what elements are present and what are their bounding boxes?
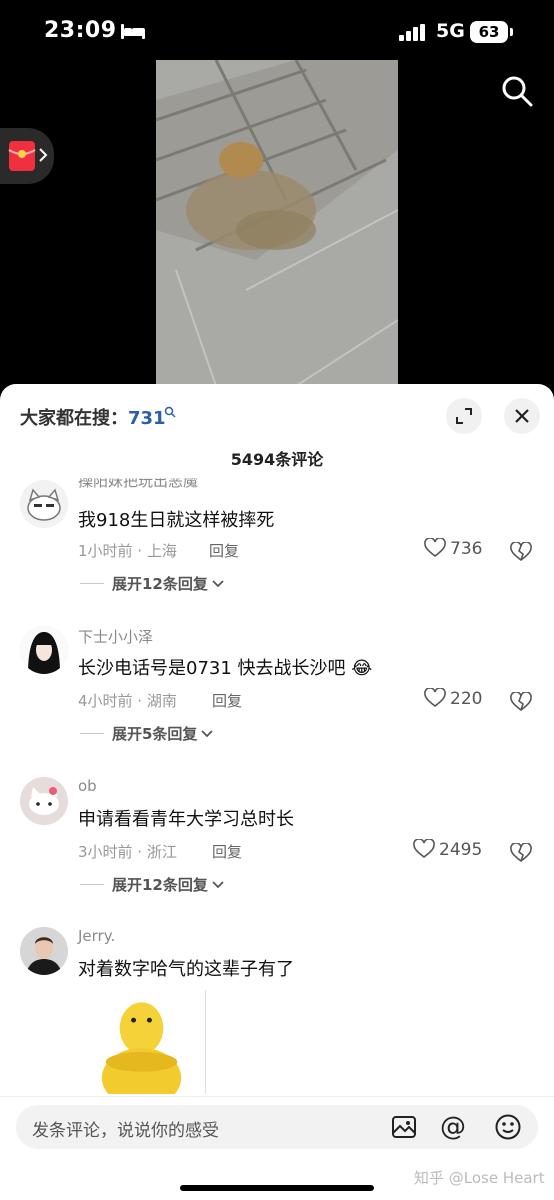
search-icon[interactable] <box>500 74 534 108</box>
broken-heart-icon[interactable] <box>510 843 532 863</box>
emoji-icon[interactable] <box>494 1113 522 1141</box>
like-count: 2495 <box>439 840 483 860</box>
comment-item: 下士小小泽 长沙电话号是0731 快去战长沙吧 😂 4小时前 · 湖南 回复 2… <box>0 626 554 766</box>
search-icon <box>164 406 176 418</box>
expand-replies-button[interactable]: 展开12条回复 <box>112 573 224 594</box>
comment-text-body: 长沙电话号是0731 快去战长沙吧 <box>78 658 346 679</box>
comment-username[interactable]: 操阳妹把玩出恶魔 <box>78 478 198 491</box>
red-packet-icon[interactable] <box>8 140 36 172</box>
man-avatar-icon <box>20 927 68 975</box>
signal-icon <box>399 24 425 41</box>
like-button[interactable]: 220 <box>424 687 483 709</box>
avatar[interactable] <box>20 480 68 528</box>
chevron-down-icon <box>212 580 224 588</box>
reply-button[interactable]: 回复 <box>212 841 242 862</box>
broken-heart-icon[interactable] <box>510 692 532 712</box>
comment-username[interactable]: 下士小小泽 <box>78 626 153 647</box>
divider <box>80 583 104 584</box>
expand-replies-label: 展开5条回复 <box>112 725 198 743</box>
comment-text: 长沙电话号是0731 快去战长沙吧 😂 <box>78 654 372 680</box>
broken-heart-icon[interactable] <box>510 542 532 562</box>
comments-sheet: 大家都在搜：731 5494条评论 操阳妹把玩出恶魔 我918生日就这样被摔死 … <box>0 384 554 1200</box>
comment-meta: 3小时前 · 浙江 <box>78 843 177 861</box>
at-icon[interactable]: @ <box>440 1112 466 1142</box>
close-button[interactable] <box>504 398 540 434</box>
status-bar: 23:09 5G 63 <box>0 0 554 62</box>
expand-replies-button[interactable]: 展开5条回复 <box>112 723 214 744</box>
comment-input[interactable]: 发条评论，说说你的感受 @ <box>16 1105 538 1149</box>
like-button[interactable]: 736 <box>424 537 483 559</box>
comment-item: ob 申请看看青年大学习总时长 3小时前 · 浙江 回复 2495 展开12条回… <box>0 777 554 917</box>
laughing-emoji-icon: 😂 <box>351 658 373 679</box>
chevron-down-icon <box>212 881 224 889</box>
expand-replies-button[interactable]: 展开12条回复 <box>112 874 224 895</box>
avatar[interactable] <box>20 777 68 825</box>
heart-icon <box>424 537 446 558</box>
cat-avatar-icon <box>20 480 68 528</box>
network-label: 5G <box>436 20 465 42</box>
like-count: 736 <box>450 539 483 559</box>
comment-text: 我918生日就这样被摔死 <box>78 510 275 531</box>
home-indicator[interactable] <box>180 1185 374 1191</box>
sticker-image[interactable] <box>80 990 206 1094</box>
expand-icon <box>456 408 472 424</box>
trending-search-label: 大家都在搜： <box>20 408 128 429</box>
comment-username[interactable]: ob <box>78 777 97 795</box>
comment-username[interactable]: Jerry. <box>78 927 115 945</box>
expand-replies-label: 展开12条回复 <box>112 876 208 894</box>
expand-replies-label: 展开12条回复 <box>112 575 208 593</box>
battery-indicator: 63 <box>470 21 508 43</box>
hello-kitty-avatar-icon <box>20 777 68 825</box>
like-count: 220 <box>450 689 483 709</box>
divider <box>80 733 104 734</box>
divider <box>80 884 104 885</box>
chevron-right-icon <box>39 148 48 162</box>
girl-avatar-icon <box>20 626 68 674</box>
comment-input-placeholder: 发条评论，说说你的感受 <box>32 1121 219 1141</box>
comment-text: 对着数字哈气的这辈子有了 <box>78 959 294 980</box>
battery-cap <box>510 28 513 36</box>
bed-icon <box>121 24 145 39</box>
trending-search-hint[interactable]: 大家都在搜：731 <box>20 404 166 430</box>
comment-meta: 1小时前 · 上海 <box>78 542 177 560</box>
heart-icon <box>413 838 435 859</box>
expand-button[interactable] <box>446 398 482 434</box>
avatar[interactable] <box>20 927 68 975</box>
comment-input-bar: 发条评论，说说你的感受 @ 知乎 @Lose Heart <box>0 1096 554 1200</box>
like-button[interactable]: 2495 <box>413 838 483 860</box>
comment-item: 操阳妹把玩出恶魔 我918生日就这样被摔死 1小时前 · 上海 回复 736 展… <box>0 476 554 616</box>
close-icon <box>515 409 529 423</box>
reply-button[interactable]: 回复 <box>209 540 239 561</box>
comment-text: 申请看看青年大学习总时长 <box>78 809 294 830</box>
comment-meta: 4小时前 · 湖南 <box>78 692 177 710</box>
comment-count: 5494条评论 <box>230 450 324 469</box>
watermark: 知乎 @Lose Heart <box>414 1169 545 1187</box>
status-time: 23:09 <box>44 18 117 43</box>
avatar[interactable] <box>20 626 68 674</box>
reply-button[interactable]: 回复 <box>212 690 242 711</box>
video-frame[interactable] <box>156 60 398 386</box>
heart-icon <box>424 687 446 708</box>
chevron-down-icon <box>201 730 214 738</box>
trending-search-keyword[interactable]: 731 <box>128 408 166 429</box>
image-icon[interactable] <box>390 1113 418 1141</box>
